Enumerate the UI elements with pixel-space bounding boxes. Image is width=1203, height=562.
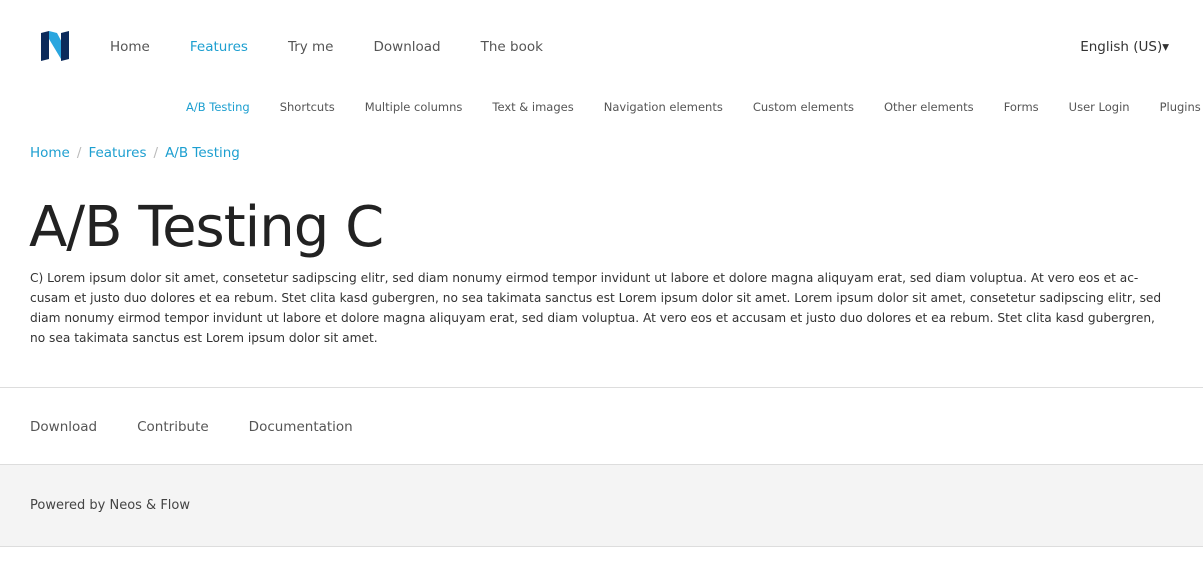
breadcrumb-separator: / xyxy=(76,145,82,161)
breadcrumb-features[interactable]: Features xyxy=(88,144,146,162)
footer-bottom: Powered by Neos & Flow xyxy=(0,464,1203,547)
main-nav-try-me[interactable]: Try me xyxy=(288,38,334,56)
sub-nav-forms[interactable]: Forms xyxy=(1004,99,1039,115)
sub-nav-ab-testing[interactable]: A/B Testing xyxy=(186,99,250,115)
divider xyxy=(0,387,1203,388)
footer-nav-download[interactable]: Download xyxy=(30,418,97,436)
breadcrumb-home[interactable]: Home xyxy=(30,144,70,162)
main-nav-home[interactable]: Home xyxy=(110,38,150,56)
breadcrumb: Home / Features / A/B Testing xyxy=(30,144,240,162)
footer-nav-contribute[interactable]: Contribute xyxy=(137,418,209,436)
sub-nav-shortcuts[interactable]: Shortcuts xyxy=(280,99,335,115)
sub-nav-navigation-elements[interactable]: Navigation elements xyxy=(604,99,723,115)
footer-nav: Download Contribute Documentation xyxy=(30,418,393,436)
breadcrumb-separator: / xyxy=(153,145,159,161)
main-nav: Home Features Try me Download The book xyxy=(110,38,583,56)
sub-nav-other-elements[interactable]: Other elements xyxy=(884,99,974,115)
breadcrumb-ab-testing[interactable]: A/B Testing xyxy=(165,144,240,162)
footer-nav-documentation[interactable]: Documentation xyxy=(249,418,353,436)
language-selector[interactable]: English (US)▾ xyxy=(1080,38,1169,56)
page-title: A/B Testing C xyxy=(29,195,384,260)
sub-nav-multiple-columns[interactable]: Multiple columns xyxy=(365,99,463,115)
sub-nav-text-images[interactable]: Text & images xyxy=(492,99,573,115)
main-nav-the-book[interactable]: The book xyxy=(481,38,543,56)
powered-by-text: Powered by Neos & Flow xyxy=(30,498,191,513)
neos-logo-icon[interactable] xyxy=(40,30,70,62)
site-header: Home Features Try me Download The book E… xyxy=(0,0,1203,95)
main-nav-features[interactable]: Features xyxy=(190,38,248,56)
sub-nav-plugins[interactable]: Plugins xyxy=(1160,99,1201,115)
sub-nav: A/B Testing Shortcuts Multiple columns T… xyxy=(186,99,1201,115)
body-text: C) Lorem ipsum dolor sit amet, consetetu… xyxy=(30,271,1162,345)
sub-nav-user-login[interactable]: User Login xyxy=(1069,99,1130,115)
sub-nav-custom-elements[interactable]: Custom elements xyxy=(753,99,854,115)
main-nav-download[interactable]: Download xyxy=(374,38,441,56)
